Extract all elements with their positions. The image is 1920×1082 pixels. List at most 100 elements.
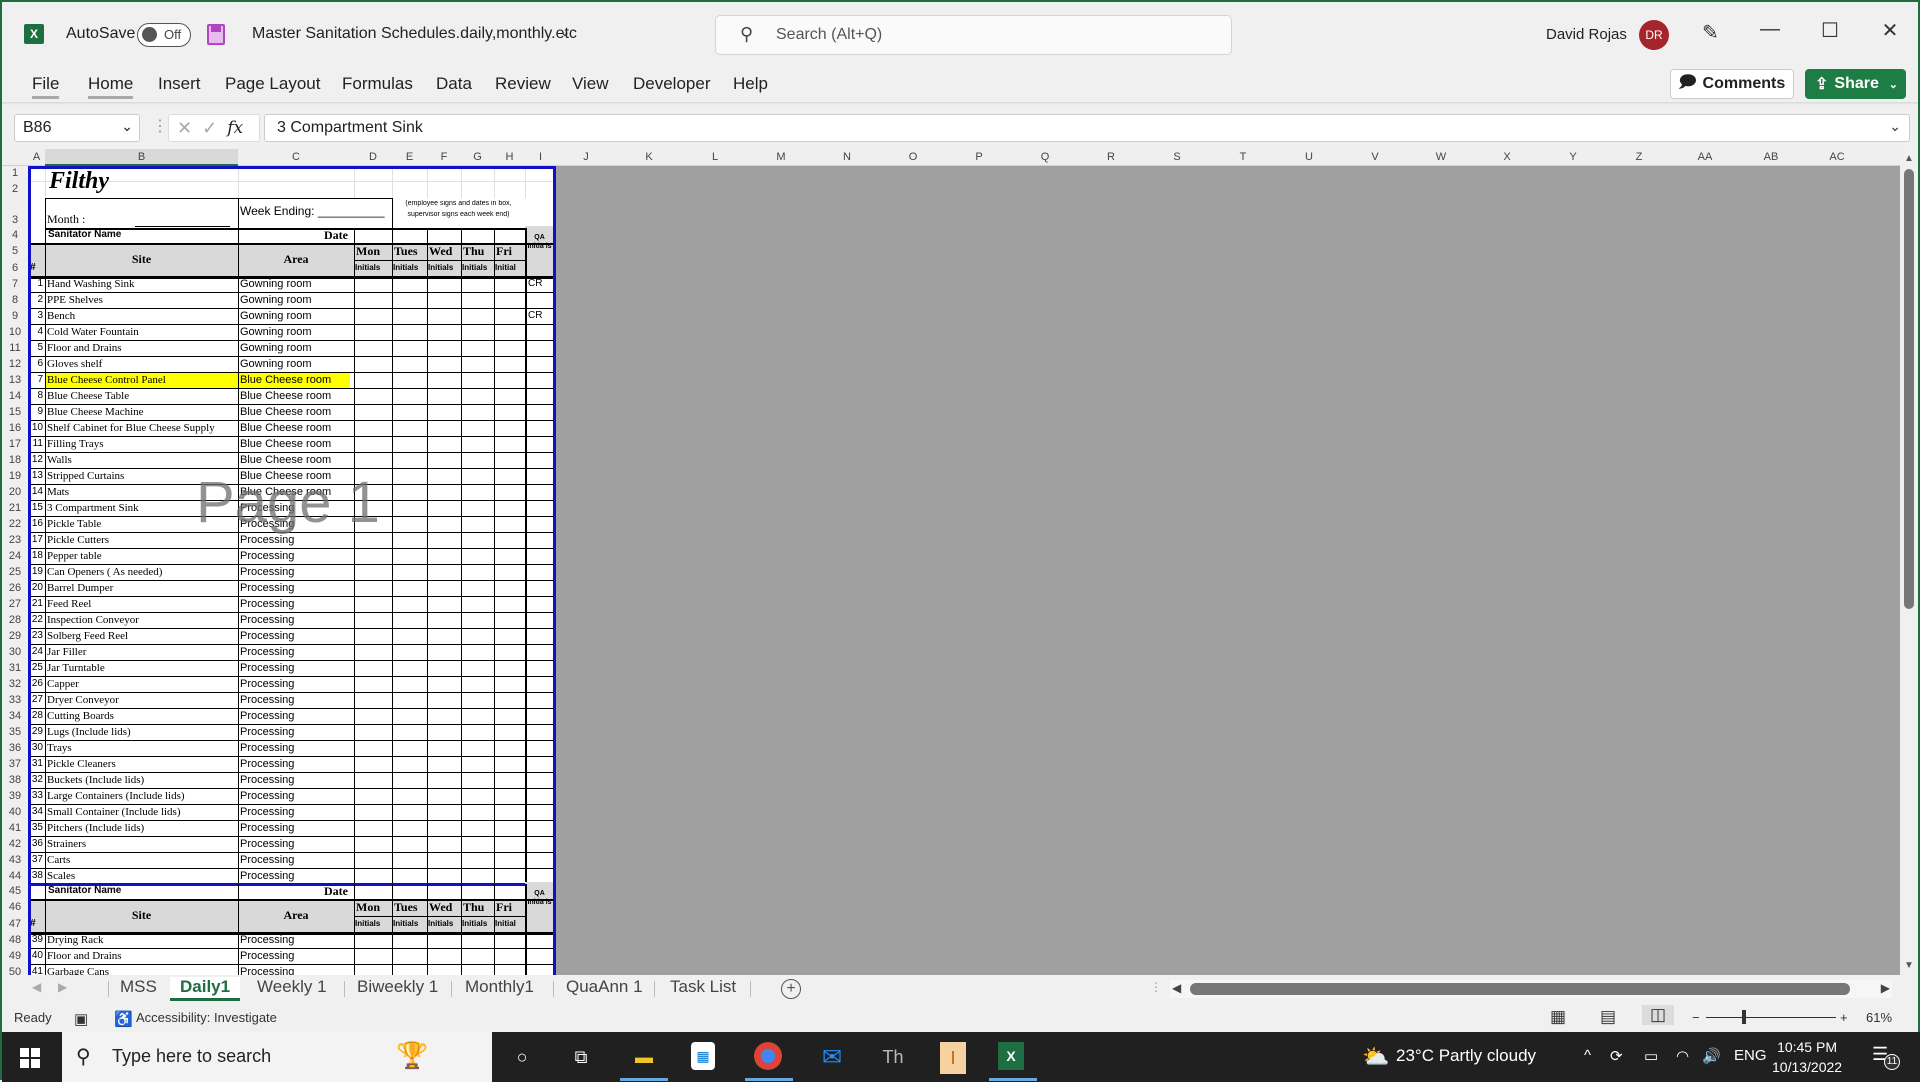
site-cell[interactable]: 3 Compartment Sink <box>47 500 238 516</box>
row-header[interactable]: 23 <box>2 532 28 548</box>
initials-cell[interactable] <box>355 325 392 340</box>
initials-cell[interactable] <box>355 293 392 308</box>
initials-header[interactable]: Initials <box>355 260 392 276</box>
save-icon[interactable] <box>207 24 225 45</box>
initials-cell[interactable] <box>393 757 427 772</box>
tab-developer[interactable]: Developer <box>633 74 711 94</box>
site-cell[interactable]: Jar Turntable <box>47 660 238 676</box>
row-header[interactable]: 22 <box>2 516 28 532</box>
row-header[interactable]: 32 <box>2 676 28 692</box>
area-cell[interactable]: Blue Cheese room <box>240 404 354 420</box>
item-number[interactable]: 16 <box>28 516 43 532</box>
initials-cell[interactable] <box>462 629 494 644</box>
initials-cell[interactable] <box>462 949 494 964</box>
chrome-icon[interactable] <box>754 1042 782 1070</box>
item-number[interactable]: 30 <box>28 740 43 756</box>
initials-cell[interactable] <box>462 645 494 660</box>
initials-cell[interactable] <box>495 677 525 692</box>
day-header[interactable]: Wed <box>429 243 461 260</box>
initials-cell[interactable] <box>393 565 427 580</box>
column-header[interactable]: U <box>1276 151 1342 163</box>
item-number[interactable]: 7 <box>28 372 43 388</box>
row-header[interactable]: 4 <box>2 228 28 243</box>
page-layout-view-icon[interactable]: ▤ <box>1600 1007 1616 1027</box>
initials-cell[interactable] <box>355 597 392 612</box>
initials-cell[interactable] <box>495 581 525 596</box>
initials-cell[interactable] <box>462 533 494 548</box>
chevron-down-icon[interactable]: ⌄ <box>1889 78 1898 91</box>
tab-review[interactable]: Review <box>495 74 551 94</box>
date-label[interactable]: Date <box>238 228 352 243</box>
item-number[interactable]: 40 <box>28 948 43 964</box>
zoom-in-button[interactable]: + <box>1840 1010 1848 1025</box>
area-cell[interactable]: Processing <box>240 948 354 964</box>
site-cell[interactable]: Pickle Cutters <box>47 532 238 548</box>
initials-cell[interactable] <box>393 453 427 468</box>
area-cell[interactable]: Processing <box>240 580 354 596</box>
initials-cell[interactable] <box>355 677 392 692</box>
qa-initials-cell[interactable] <box>528 852 553 868</box>
row-header[interactable]: 20 <box>2 484 28 500</box>
column-header[interactable]: E <box>392 151 427 163</box>
excel-taskbar-icon[interactable]: X <box>998 1042 1024 1070</box>
column-header[interactable]: Q <box>1012 151 1078 163</box>
area-cell[interactable]: Blue Cheese room <box>240 372 354 388</box>
row-header[interactable]: 29 <box>2 628 28 644</box>
item-number[interactable]: 17 <box>28 532 43 548</box>
row-header[interactable]: 15 <box>2 404 28 420</box>
site-cell[interactable]: Pepper table <box>47 548 238 564</box>
site-cell[interactable]: Jar Filler <box>47 644 238 660</box>
sheet-tab-biweekly1[interactable]: Biweekly 1 <box>347 977 448 1001</box>
area-cell[interactable]: Processing <box>240 868 354 884</box>
search-highlight-icon[interactable]: 🏆 <box>396 1040 428 1071</box>
tab-page-layout[interactable]: Page Layout <box>225 74 320 94</box>
initials-cell[interactable] <box>495 645 525 660</box>
next-sheet-icon[interactable]: ▶ <box>58 980 67 994</box>
comments-button[interactable]: 🗩 Comments <box>1670 69 1794 99</box>
initials-header[interactable]: Initials <box>428 260 461 276</box>
initials-cell[interactable] <box>428 485 461 500</box>
site-cell[interactable]: Shelf Cabinet for Blue Cheese Supply <box>47 420 238 436</box>
initials-cell[interactable] <box>393 933 427 948</box>
qa-initials-cell[interactable] <box>528 532 553 548</box>
second-day-header[interactable]: Thu <box>463 899 494 916</box>
row-header[interactable]: 44 <box>2 868 28 884</box>
qa-initials-cell[interactable] <box>528 468 553 484</box>
initials-cell[interactable] <box>393 965 427 975</box>
zoom-slider-handle[interactable] <box>1742 1010 1746 1024</box>
initials-cell[interactable] <box>462 341 494 356</box>
area-cell[interactable]: Gowning room <box>240 340 354 356</box>
second-initials-header[interactable]: Initials <box>393 916 427 932</box>
item-number[interactable]: 31 <box>28 756 43 772</box>
sheet-tab-mss[interactable]: MSS <box>110 977 167 1001</box>
initials-cell[interactable] <box>428 645 461 660</box>
site-cell[interactable]: Pickle Cleaners <box>47 756 238 772</box>
item-number[interactable]: 20 <box>28 580 43 596</box>
row-header[interactable]: 1 <box>2 166 28 181</box>
item-number[interactable]: 24 <box>28 644 43 660</box>
initials-cell[interactable] <box>393 405 427 420</box>
tab-data[interactable]: Data <box>436 74 472 94</box>
initials-cell[interactable] <box>393 517 427 532</box>
initials-cell[interactable] <box>393 949 427 964</box>
row-header[interactable]: 14 <box>2 388 28 404</box>
area-cell[interactable]: Blue Cheese room <box>240 452 354 468</box>
area-cell[interactable]: Processing <box>240 596 354 612</box>
designer-pen-icon[interactable]: ✎ <box>1702 20 1719 45</box>
formula-input[interactable]: 3 Compartment Sink ⌄ <box>264 114 1910 142</box>
qa-initials-cell[interactable] <box>528 692 553 708</box>
row-header[interactable]: 42 <box>2 836 28 852</box>
row-header[interactable]: 25 <box>2 564 28 580</box>
initials-cell[interactable] <box>495 853 525 868</box>
volume-icon[interactable]: 🔊 <box>1702 1047 1721 1065</box>
initials-cell[interactable] <box>495 501 525 516</box>
initials-cell[interactable] <box>393 805 427 820</box>
initials-cell[interactable] <box>495 661 525 676</box>
area-cell[interactable]: Processing <box>240 516 354 532</box>
area-cell[interactable]: Processing <box>240 788 354 804</box>
normal-view-icon[interactable]: ▦ <box>1550 1007 1566 1027</box>
qa-initials-cell[interactable] <box>528 644 553 660</box>
initials-cell[interactable] <box>428 661 461 676</box>
area-cell[interactable]: Processing <box>240 852 354 868</box>
insert-function-icon[interactable]: fx <box>227 118 243 138</box>
